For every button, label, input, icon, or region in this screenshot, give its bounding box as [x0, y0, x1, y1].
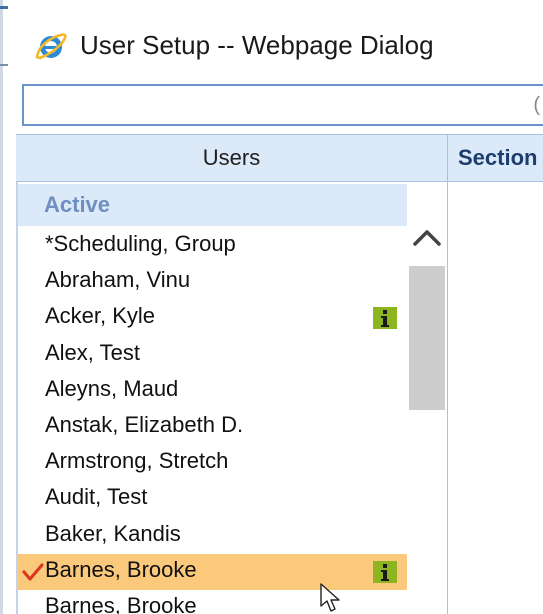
user-name-label: Anstak, Elizabeth D. [45, 412, 244, 437]
user-name-label: Barnes, Brooke [45, 557, 197, 582]
user-list-item[interactable]: Anstak, Elizabeth D. [18, 409, 407, 445]
user-list-item[interactable]: Abraham, Vinu [18, 264, 407, 300]
window-edge-accent [0, 6, 8, 9]
user-list-item[interactable]: Alex, Test [18, 337, 407, 373]
user-list-item[interactable]: Acker, Kyle [18, 300, 407, 336]
window-left-edge [0, 0, 3, 614]
user-list-item[interactable]: Baker, Kandis [18, 518, 407, 554]
column-divider [447, 182, 448, 614]
user-name-label: Barnes, Brooke [45, 593, 197, 614]
user-name-label: Alex, Test [45, 340, 140, 365]
user-list-item[interactable]: *Scheduling, Group [18, 228, 407, 264]
user-list-item[interactable]: Armstrong, Stretch [18, 445, 407, 481]
user-name-label: *Scheduling, Group [45, 231, 236, 256]
window-edge-accent [0, 64, 8, 66]
user-name-label: Abraham, Vinu [45, 267, 191, 292]
user-list-scrollbar[interactable] [407, 220, 447, 614]
users-column-header[interactable]: Users [16, 134, 448, 182]
user-name-label: Acker, Kyle [45, 303, 156, 328]
scrollbar-thumb[interactable] [409, 266, 445, 410]
user-name-label: Baker, Kandis [45, 521, 181, 546]
address-bar-icon: ( [533, 94, 540, 116]
window-title: User Setup -- Webpage Dialog [80, 30, 434, 60]
user-list-item[interactable]: Audit, Test [18, 481, 407, 517]
webpage-dialog-window: User Setup -- Webpage Dialog ( Users Sec… [0, 0, 543, 614]
user-list: *Scheduling, Group Abraham, Vinu Acker, Ky… [18, 226, 407, 614]
address-input[interactable]: ( [22, 84, 543, 126]
internet-explorer-icon [34, 30, 68, 62]
user-name-label: Armstrong, Stretch [45, 448, 229, 473]
user-name-label: Audit, Test [45, 484, 148, 509]
title-bar: User Setup -- Webpage Dialog [16, 0, 543, 80]
mouse-pointer-icon [318, 582, 350, 614]
user-group-header: Active [18, 184, 407, 226]
section-column-header[interactable]: Section [448, 134, 543, 182]
user-name-label: Aleyns, Maud [45, 376, 179, 401]
user-list-item[interactable]: Aleyns, Maud [18, 373, 407, 409]
check-icon [22, 561, 44, 583]
chevron-up-icon[interactable] [407, 220, 447, 260]
info-icon[interactable] [373, 307, 397, 329]
info-icon[interactable] [373, 561, 397, 583]
